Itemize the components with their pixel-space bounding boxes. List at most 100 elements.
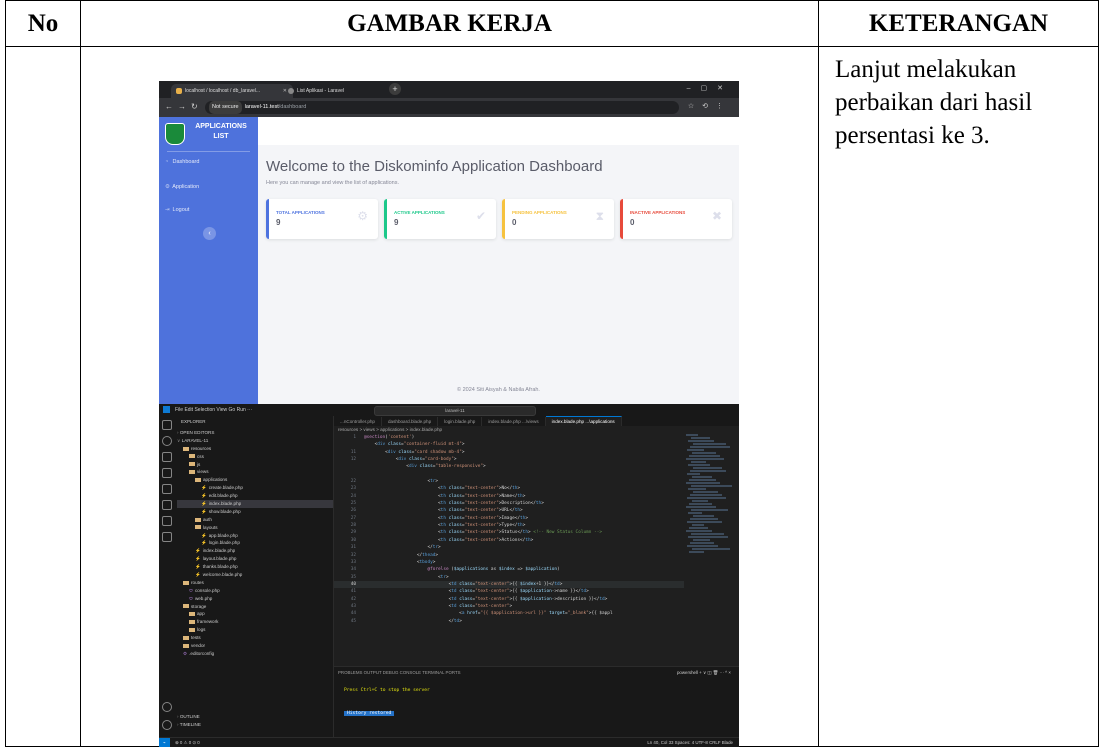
terminal-actions[interactable]: powershell + ∨ ◫ 🗑 ··· ^ ×: [677, 670, 731, 676]
tree-item[interactable]: ⚡ app.blade.php: [177, 532, 333, 540]
explorer-icon[interactable]: [162, 420, 172, 430]
search-icon[interactable]: [162, 436, 172, 446]
tree-item[interactable]: ⬭ console.php: [177, 587, 333, 595]
tree-item[interactable]: resources: [177, 445, 333, 453]
code-line[interactable]: <div class="table-responsive">: [334, 463, 684, 470]
reload-icon[interactable]: ↻: [191, 102, 198, 111]
sidebar-item-application[interactable]: ⚙ Application: [165, 184, 199, 190]
tree-item[interactable]: tests: [177, 634, 333, 642]
brand[interactable]: APPLICATIONS LIST: [159, 117, 258, 149]
code-line[interactable]: 44 <a href="{{ $application->url }}" tar…: [334, 610, 684, 617]
outline-section[interactable]: › OUTLINE: [177, 713, 200, 721]
source-control-icon[interactable]: [162, 452, 172, 462]
database-icon[interactable]: [162, 500, 172, 510]
tree-item[interactable]: ⬭ web.php: [177, 595, 333, 603]
code-line[interactable]: 31 </tr>: [334, 544, 684, 551]
address-bar[interactable]: Not secure laravel-11.test/dashboard: [205, 101, 679, 114]
tree-item[interactable]: ⚡ show.blade.php: [177, 508, 333, 516]
breadcrumb[interactable]: resources > views > applications > index…: [338, 427, 442, 432]
sidebar-toggle-button[interactable]: ‹: [203, 227, 216, 240]
code-line[interactable]: 32 </thead>: [334, 552, 684, 559]
tree-item[interactable]: routes: [177, 579, 333, 587]
code-line[interactable]: 23 <th class="text-center">No</th>: [334, 485, 684, 492]
browser-tab-phpmyadmin[interactable]: localhost / localhost / db_laravel... ✕: [171, 84, 293, 98]
tree-item[interactable]: ⚡ index.blade.php: [177, 500, 333, 508]
tree-item[interactable]: ⚙ .editorconfig: [177, 650, 333, 658]
back-icon[interactable]: ←: [165, 102, 173, 111]
command-center-search[interactable]: laravel-11: [374, 406, 536, 416]
menu-bar[interactable]: File Edit Selection View Go Run ···: [175, 404, 252, 416]
editor-tab[interactable]: ...nController.php: [334, 417, 382, 426]
settings-gear-icon[interactable]: [162, 720, 172, 730]
sidebar-item-logout[interactable]: ⇥ Logout: [165, 207, 189, 213]
tree-item[interactable]: ⚡ welcome.blade.php: [177, 571, 333, 579]
sidebar-item-dashboard[interactable]: ◔ Dashboard: [165, 159, 199, 165]
extensions-icon[interactable]: [162, 484, 172, 494]
code-line[interactable]: 29 <th class="text-center">Status</th> <…: [334, 529, 684, 536]
tree-item[interactable]: css: [177, 453, 333, 461]
tree-item[interactable]: framework: [177, 618, 333, 626]
code-line[interactable]: 11 <div class="card shadow mb-4">: [334, 449, 684, 456]
new-tab-button[interactable]: +: [389, 83, 401, 95]
code-line[interactable]: 35 <tr>: [334, 574, 684, 581]
tree-item[interactable]: ⚡ layout.blade.php: [177, 555, 333, 563]
editor-tab[interactable]: index.blade.php ...\applications: [545, 416, 622, 426]
tree-item[interactable]: layouts: [177, 524, 333, 532]
folder-icon: [189, 470, 195, 475]
tree-item[interactable]: ⚡ edit.blade.php: [177, 492, 333, 500]
code-area[interactable]: 1 @section('content') <div class="contain…: [334, 434, 684, 666]
code-line[interactable]: 24 <th class="text-center">Name</th>: [334, 493, 684, 500]
panel-tabs[interactable]: PROBLEMS OUTPUT DEBUG CONSOLE TERMINAL P…: [338, 670, 461, 675]
code-line[interactable]: 34 @forelse ($applications as $index => …: [334, 566, 684, 573]
problems-indicator[interactable]: ⊗ 0 ⚠ 0 ⊙ 0: [175, 738, 200, 747]
editor-tab[interactable]: login.blade.php: [438, 417, 483, 426]
code-line[interactable]: 33 <tbody>: [334, 559, 684, 566]
tree-item[interactable]: storage: [177, 603, 333, 611]
tree-item[interactable]: ⚡ thanks.blade.php: [177, 563, 333, 571]
code-line[interactable]: 40 <td class="text-center">{{ $index+1 }…: [334, 580, 684, 589]
code-line[interactable]: 26 <th class="text-center">URL</th>: [334, 507, 684, 514]
code-line[interactable]: 28 <th class="text-center">Type</th>: [334, 522, 684, 529]
tree-item[interactable]: app: [177, 610, 333, 618]
remote-icon[interactable]: [162, 516, 172, 526]
account-icon[interactable]: [162, 702, 172, 712]
editor-status[interactable]: Ln 40, Col 33 Spaces: 4 UTF-8 CRLF Blade: [647, 738, 733, 747]
minimap-line: [688, 512, 702, 514]
browser-tab-list-aplikasi[interactable]: List Aplikasi - Laravel ✕: [283, 84, 403, 98]
code-line[interactable]: <div class="container-fluid mt-4">: [334, 441, 684, 448]
project-section[interactable]: ∨ LARAVEL-11: [177, 437, 333, 445]
tree-item[interactable]: logs: [177, 626, 333, 634]
browser-toolbar-icons[interactable]: ☆⟲⋮: [688, 102, 731, 110]
code-text: <a href="{{ $application->url }}" target…: [364, 611, 613, 617]
code-line[interactable]: 25 <th class="text-center">Description</…: [334, 500, 684, 507]
code-line[interactable]: 1 @section('content'): [334, 434, 684, 441]
run-debug-icon[interactable]: [162, 468, 172, 478]
minimap[interactable]: [686, 434, 732, 564]
forward-icon[interactable]: →: [178, 102, 186, 111]
tree-item[interactable]: ⚡ login.blade.php: [177, 539, 333, 547]
tree-item[interactable]: auth: [177, 516, 333, 524]
tree-item[interactable]: js: [177, 461, 333, 469]
remote-indicator[interactable]: ⌁: [159, 738, 170, 747]
code-line[interactable]: 41 <td class="text-center">{{ $applicati…: [334, 588, 684, 595]
code-line[interactable]: 27 <th class="text-center">Image</th>: [334, 515, 684, 522]
tree-item[interactable]: applications: [177, 476, 333, 484]
tree-item[interactable]: ⚡ create.blade.php: [177, 484, 333, 492]
tree-item[interactable]: ⚡ index.blade.php: [177, 547, 333, 555]
code-line[interactable]: 22 <tr>: [334, 478, 684, 485]
tree-item[interactable]: views: [177, 468, 333, 476]
open-editors-section[interactable]: › OPEN EDITORS: [177, 429, 333, 437]
editor-tab[interactable]: index.blade.php ...\views: [482, 417, 546, 426]
code-line[interactable]: 30 <th class="text-center">Actions</th>: [334, 537, 684, 544]
code-line[interactable]: [334, 471, 684, 478]
code-line[interactable]: 12 <div class="card-body">: [334, 456, 684, 463]
code-line[interactable]: 42 <td class="text-center">{{ $applicati…: [334, 596, 684, 603]
not-secure-badge[interactable]: Not secure: [209, 101, 242, 114]
testing-icon[interactable]: [162, 532, 172, 542]
tree-item[interactable]: vendor: [177, 642, 333, 650]
code-line[interactable]: 43 <td class="text-center">: [334, 603, 684, 610]
timeline-section[interactable]: › TIMELINE: [177, 721, 201, 729]
editor-tab[interactable]: dashboard.blade.php: [382, 417, 439, 426]
code-line[interactable]: 45 </td>: [334, 618, 684, 625]
window-controls[interactable]: –▢✕: [687, 84, 733, 92]
